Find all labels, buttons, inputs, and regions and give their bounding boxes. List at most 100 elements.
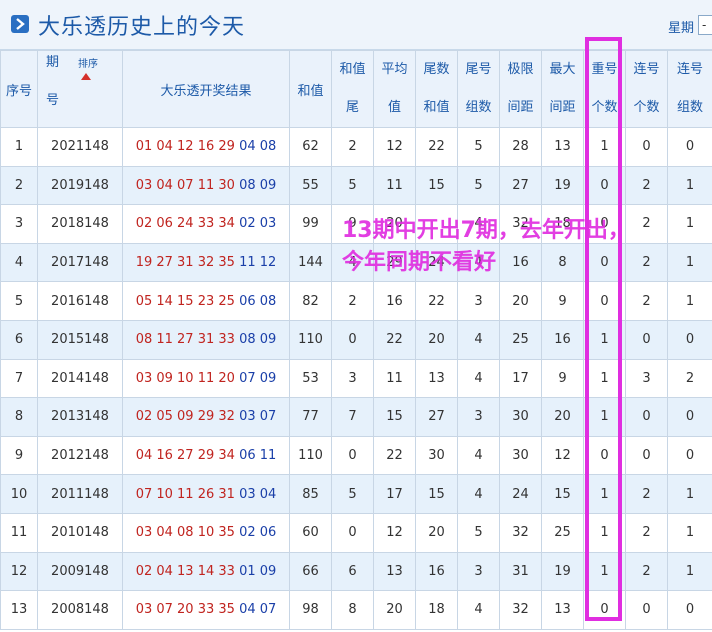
col-index: 序号 xyxy=(0,50,38,128)
front-balls: 03 07 20 33 35 xyxy=(135,602,235,618)
weekday-label: 星期 xyxy=(668,21,695,36)
back-balls: 06 08 xyxy=(239,293,277,309)
col-result: 大乐透开奖结果 xyxy=(122,50,290,128)
cell-period: 2014148 xyxy=(37,358,123,399)
col-range: 极限 间距 xyxy=(499,50,542,128)
cell-consec-groups: 1 xyxy=(667,551,712,592)
cell-repeat: 1 xyxy=(583,319,626,360)
cell-period: 2012148 xyxy=(37,435,123,476)
cell-period: 2013148 xyxy=(37,397,123,437)
cell-consec-groups: 1 xyxy=(667,242,712,283)
cell-tail-sum: 22 xyxy=(415,281,458,321)
cell-index: 11 xyxy=(0,512,38,553)
back-balls: 06 11 xyxy=(239,448,277,464)
front-balls: 03 09 10 11 20 xyxy=(135,370,235,386)
cell-consec: 2 xyxy=(625,165,668,206)
col-period: 期 号 排序 xyxy=(37,50,123,128)
cell-sum: 62 xyxy=(289,127,332,167)
cell-result: 02 05 09 29 32 03 07 xyxy=(122,397,290,437)
col-average: 平均值 xyxy=(373,50,416,128)
cell-max-gap: 20 xyxy=(541,397,584,437)
cell-range: 27 xyxy=(499,165,542,206)
back-balls: 01 09 xyxy=(239,563,277,579)
cell-result: 02 04 13 14 33 01 09 xyxy=(122,551,290,592)
cell-result: 01 04 12 16 29 04 08 xyxy=(122,127,290,167)
cell-index: 5 xyxy=(0,281,38,321)
cell-sum: 110 xyxy=(289,435,332,476)
cell-tail-groups: 5 xyxy=(457,512,500,553)
weekday-select[interactable]: - xyxy=(698,15,712,35)
cell-sum: 85 xyxy=(289,474,332,514)
cell-period: 2015148 xyxy=(37,319,123,360)
cell-consec-groups: 1 xyxy=(667,281,712,321)
cell-avg: 22 xyxy=(373,435,416,476)
cell-tail-groups: 4 xyxy=(457,358,500,399)
cell-sum: 82 xyxy=(289,281,332,321)
annotation-line-2: 今年同期不看好 xyxy=(342,250,497,275)
table-row: 6 2015148 08 11 27 31 33 08 09 110 0 22 20 4 25 1… xyxy=(0,319,712,360)
cell-consec: 2 xyxy=(625,281,668,321)
cell-result: 04 16 27 29 34 06 11 xyxy=(122,435,290,476)
table-header-row: 序号 期 号 排序 大乐透开奖结果 和值 和值尾 平均值 尾数 和值 尾号 组数 极… xyxy=(0,50,712,128)
cell-avg: 13 xyxy=(373,551,416,592)
cell-repeat: 0 xyxy=(583,165,626,206)
cell-range: 24 xyxy=(499,474,542,514)
cell-consec-groups: 2 xyxy=(667,358,712,399)
cell-tail-sum: 22 xyxy=(415,127,458,167)
cell-sum-tail: 7 xyxy=(331,397,374,437)
cell-tail-sum: 15 xyxy=(415,474,458,514)
col-tail-sum: 尾数 和值 xyxy=(415,50,458,128)
cell-tail-sum: 20 xyxy=(415,512,458,553)
cell-result: 07 10 11 26 31 03 04 xyxy=(122,474,290,514)
front-balls: 05 14 15 23 25 xyxy=(135,293,235,309)
front-balls: 03 04 08 10 35 xyxy=(135,525,235,541)
cell-tail-sum: 13 xyxy=(415,358,458,399)
cell-sum-tail: 0 xyxy=(331,512,374,553)
cell-result: 08 11 27 31 33 08 09 xyxy=(122,319,290,360)
cell-range: 28 xyxy=(499,127,542,167)
col-consec-count: 连号 个数 xyxy=(625,50,668,128)
cell-sum-tail: 2 xyxy=(331,127,374,167)
cell-range: 20 xyxy=(499,281,542,321)
cell-sum: 55 xyxy=(289,165,332,206)
sort-link[interactable]: 排序 xyxy=(78,59,98,71)
table-row: 13 2008148 03 07 20 33 35 04 07 98 8 20 18 4 32 1… xyxy=(0,590,712,630)
cell-consec: 2 xyxy=(625,551,668,592)
cell-repeat: 1 xyxy=(583,358,626,399)
cell-result: 05 14 15 23 25 06 08 xyxy=(122,281,290,321)
cell-period: 2008148 xyxy=(37,590,123,630)
table-row: 5 2016148 05 14 15 23 25 06 08 82 2 16 22 3 20 9 0… xyxy=(0,281,712,321)
cell-consec-groups: 0 xyxy=(667,435,712,476)
cell-sum-tail: 6 xyxy=(331,551,374,592)
cell-max-gap: 19 xyxy=(541,551,584,592)
cell-index: 6 xyxy=(0,319,38,360)
cell-repeat: 0 xyxy=(583,281,626,321)
cell-sum: 77 xyxy=(289,397,332,437)
cell-consec-groups: 1 xyxy=(667,474,712,514)
back-balls: 02 03 xyxy=(239,216,277,232)
cell-result: 02 06 24 33 34 02 03 xyxy=(122,204,290,244)
cell-consec: 0 xyxy=(625,435,668,476)
cell-tail-sum: 15 xyxy=(415,165,458,206)
table-row: 7 2014148 03 09 10 11 20 07 09 53 3 11 13 4 17 9 1… xyxy=(0,358,712,399)
cell-consec: 2 xyxy=(625,512,668,553)
front-balls: 02 06 24 33 34 xyxy=(135,216,235,232)
col-sum-tail: 和值尾 xyxy=(331,50,374,128)
cell-result: 19 27 31 32 35 11 12 xyxy=(122,242,290,283)
cell-tail-sum: 18 xyxy=(415,590,458,630)
sort-arrow-icon[interactable] xyxy=(81,73,91,80)
back-balls: 04 08 xyxy=(239,139,277,155)
cell-avg: 22 xyxy=(373,319,416,360)
front-balls: 08 11 27 31 33 xyxy=(135,332,235,348)
cell-index: 4 xyxy=(0,242,38,283)
cell-consec: 0 xyxy=(625,590,668,630)
front-balls: 01 04 12 16 29 xyxy=(135,139,235,155)
cell-sum: 144 xyxy=(289,242,332,283)
cell-index: 13 xyxy=(0,590,38,630)
front-balls: 19 27 31 32 35 xyxy=(135,255,235,271)
cell-avg: 12 xyxy=(373,512,416,553)
cell-max-gap: 12 xyxy=(541,435,584,476)
cell-period: 2018148 xyxy=(37,204,123,244)
cell-range: 25 xyxy=(499,319,542,360)
table-row: 9 2012148 04 16 27 29 34 06 11 110 0 22 30 4 30 1… xyxy=(0,435,712,476)
